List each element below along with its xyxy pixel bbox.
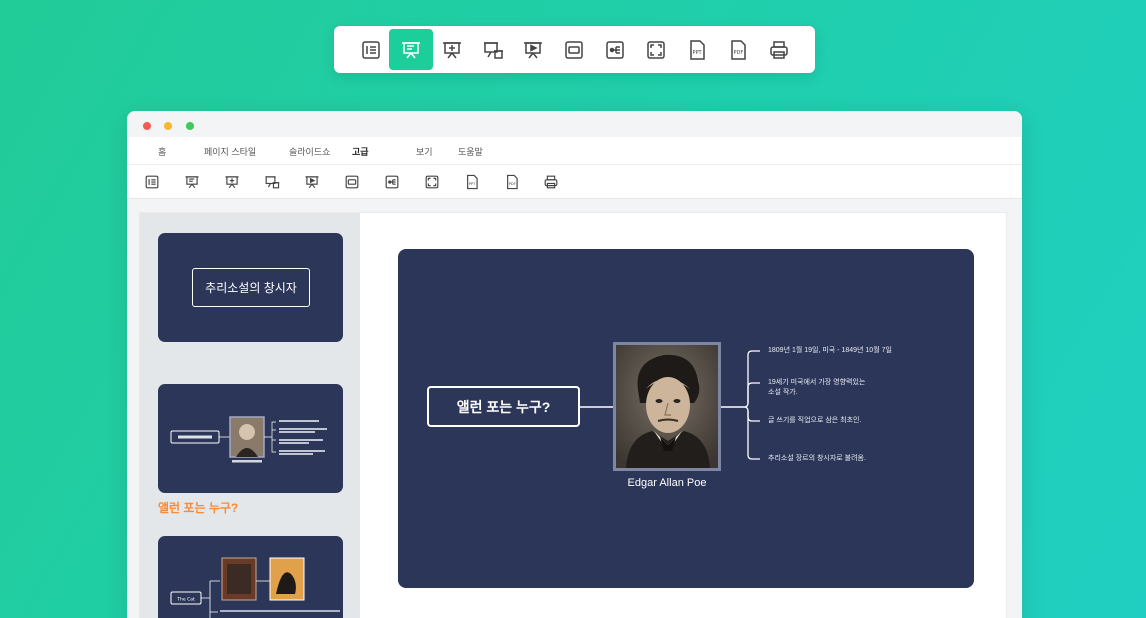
workspace: 추리소설의 창시자 앨런 포는 누구? The Cat 앨런 포는 누구? Ed… [139,212,1007,618]
slide-thumbnail-1[interactable]: 추리소설의 창시자 [158,233,343,342]
close-window-button[interactable] [143,122,151,130]
slide-thumbnail-panel[interactable]: 추리소설의 창시자 앨런 포는 누구? The Cat [140,213,360,618]
delete-slide-button[interactable] [471,29,515,70]
fit-button[interactable] [552,29,596,70]
delete-slide-icon [484,41,503,59]
add-slide-icon [225,176,239,189]
add-slide-icon [443,41,461,58]
pdf-export-icon: PDF [731,39,746,60]
outline-icon [362,40,380,59]
menu-page-style[interactable]: 페이지 스타일 [204,145,256,158]
slideshow-icon [185,176,199,189]
branch-birth-death[interactable]: 1809년 1월 19일, 미국 - 1849년 10월 7일 [768,346,892,356]
layout-icon [606,40,624,59]
print-button[interactable] [757,29,801,70]
ppt-export-button[interactable]: PPT [675,29,719,70]
svg-text:PPT: PPT [693,50,703,56]
fit-tool-button[interactable] [342,172,362,192]
central-topic[interactable]: 앨런 포는 누구? [427,386,580,427]
slide-2-caption: 앨런 포는 누구? [158,501,239,515]
slide-1-title: 추리소설의 창시자 [192,268,310,307]
menu-advanced[interactable]: 고급 [352,145,369,158]
fit-icon [565,40,583,59]
ppt-export-icon: PPT [467,174,478,190]
fit-icon [345,175,359,189]
svg-text:PDF: PDF [509,182,516,186]
menu-slideshow[interactable]: 슬라이드쇼 [289,145,330,158]
play-tool-button[interactable] [302,172,322,192]
svg-text:PPT: PPT [469,182,476,186]
print-icon [770,40,788,59]
pdf-export-tool-button[interactable]: PDF [502,172,522,192]
slide-thumbnail-2[interactable] [158,384,343,493]
slide-3-topic: The Cat [176,597,195,603]
play-icon [524,41,542,58]
minimize-window-button[interactable] [164,122,172,130]
ppt-export-icon: PPT [690,39,705,60]
play-button[interactable] [511,29,555,70]
menu-view[interactable]: 보기 [416,145,433,158]
svg-text:PDF: PDF [734,50,744,56]
slideshow-icon [402,41,420,58]
delete-slide-tool-button[interactable] [262,172,282,192]
slide-canvas[interactable]: 앨런 포는 누구? Edgar Allan Poe 1809년 1월 19일, … [360,213,1006,618]
outline-button[interactable] [349,29,393,70]
print-icon [544,175,558,189]
fullscreen-icon [647,40,665,59]
slideshow-button[interactable] [389,29,433,70]
maximize-window-button[interactable] [186,122,194,130]
edgar-allan-poe-portrait [616,345,718,468]
pdf-export-icon: PDF [507,174,518,190]
slide-2-mindmap-preview [170,416,327,463]
floating-toolbar: PPT PDF [334,26,815,73]
play-icon [305,176,319,189]
pdf-export-button[interactable]: PDF [716,29,760,70]
fullscreen-button[interactable] [634,29,678,70]
outline-tool-button[interactable] [142,172,162,192]
portrait-image[interactable] [613,342,721,471]
menu-help[interactable]: 도움말 [458,145,483,158]
branch-influential-writer[interactable]: 19세기 미국에서 가장 영향력있는 소설 작가. [768,378,865,398]
branch-first-professional-writer[interactable]: 글 쓰기를 직업으로 삼은 최초인. [768,416,861,426]
menu-bar: 홈 페이지 스타일 슬라이드쇼 고급 보기 도움말 [127,137,1022,165]
current-slide[interactable]: 앨런 포는 누구? Edgar Allan Poe 1809년 1월 19일, … [398,249,974,588]
slide-3-mindmap-preview: The Cat [170,557,340,618]
fullscreen-tool-button[interactable] [422,172,442,192]
menu-home[interactable]: 홈 [158,145,166,158]
ribbon-toolbar: PPT PDF [127,165,1022,199]
print-tool-button[interactable] [541,172,561,192]
layout-button[interactable] [593,29,637,70]
outline-icon [145,175,159,189]
slide-thumbnail-3[interactable]: The Cat [158,536,343,618]
branch-mystery-genre-founder[interactable]: 추리소설 장르의 창시자로 불려옴. [768,454,866,464]
fullscreen-icon [425,175,439,189]
add-slide-button[interactable] [430,29,474,70]
app-window: 홈 페이지 스타일 슬라이드쇼 고급 보기 도움말 PPT PDF 추리소설의 … [127,111,1022,618]
person-name-label: Edgar Allan Poe [627,477,707,489]
add-slide-tool-button[interactable] [222,172,242,192]
layout-icon [385,175,399,189]
ppt-export-tool-button[interactable]: PPT [462,172,482,192]
slideshow-tool-button[interactable] [182,172,202,192]
delete-slide-icon [265,176,280,189]
layout-tool-button[interactable] [382,172,402,192]
title-bar [127,111,1022,137]
